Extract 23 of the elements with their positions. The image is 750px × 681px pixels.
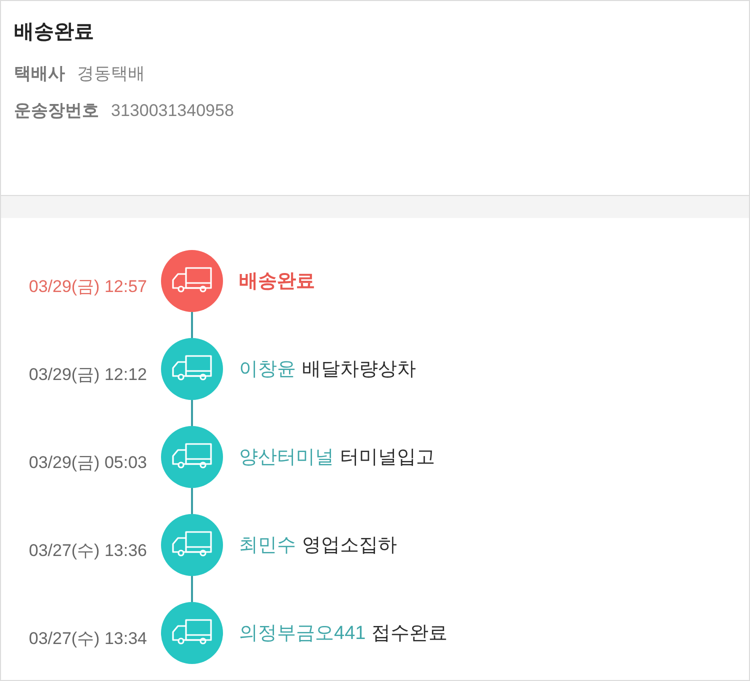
event-location: 이창윤 xyxy=(239,358,296,382)
event-status: 터미널입고 xyxy=(340,446,435,470)
event-location: 양산터미널 xyxy=(239,446,334,470)
event-time: 03/27(수) 13:34 xyxy=(28,628,148,650)
event-status: 배달차량상차 xyxy=(302,358,416,382)
event-time: 03/29(금) 05:03 xyxy=(28,452,148,474)
field-value: 3130031340958 xyxy=(111,100,234,122)
event-status: 배송완료 xyxy=(239,270,315,294)
event-time: 03/29(금) 12:57 xyxy=(28,276,148,298)
field-label: 운송장번호 xyxy=(14,100,99,122)
field-value: 경동택배 xyxy=(77,63,145,85)
timeline-connector xyxy=(191,488,193,514)
field-label: 택배사 xyxy=(14,63,65,85)
timeline-connector xyxy=(191,400,193,426)
event-time: 03/27(수) 13:36 xyxy=(28,540,148,562)
event-status: 영업소집하 xyxy=(302,534,397,558)
event-status: 접수완료 xyxy=(372,622,448,646)
event-location: 의정부금오441 xyxy=(239,622,366,646)
event-time: 03/29(금) 12:12 xyxy=(28,364,148,386)
timeline-connector xyxy=(191,576,193,602)
delivery-status-title: 배송완료 xyxy=(14,20,94,45)
timeline-connector xyxy=(191,312,193,338)
event-location: 최민수 xyxy=(239,534,296,558)
